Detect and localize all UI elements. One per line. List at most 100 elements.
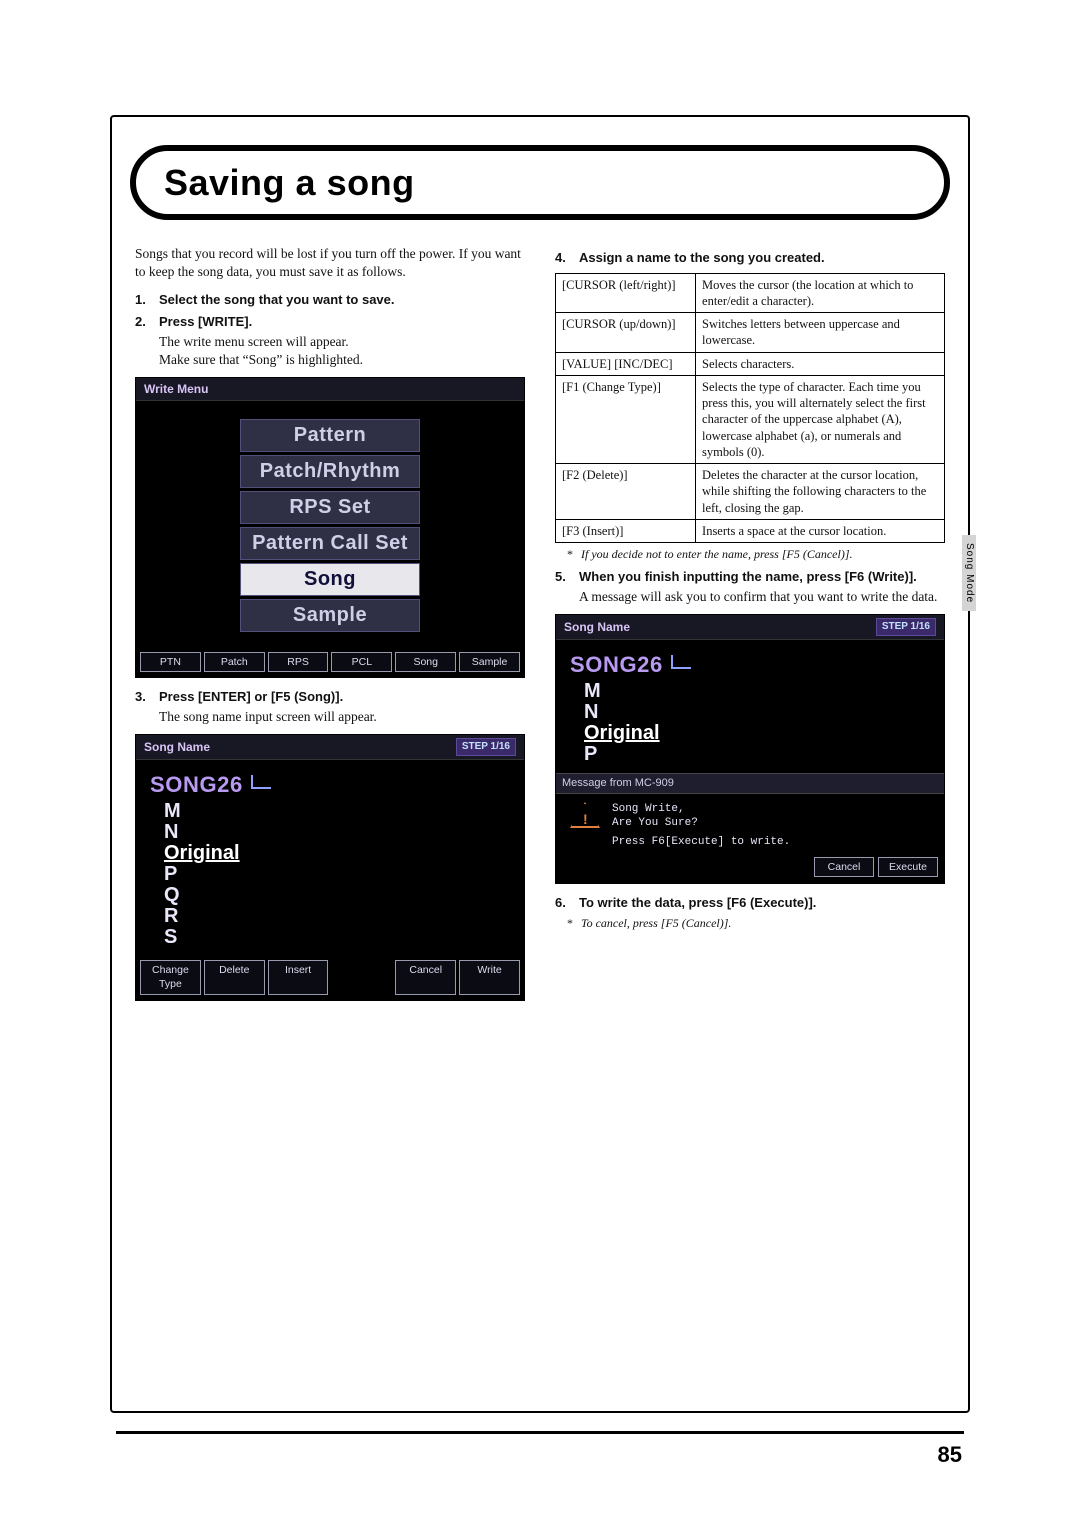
step-2: 2. Press [WRITE]. — [135, 313, 525, 331]
confirm-line-3: Press F6[Execute] to write. — [612, 835, 790, 849]
title-block: Saving a song — [130, 145, 950, 220]
table-row: [F1 (Change Type)]Selects the type of ch… — [556, 375, 945, 463]
char-option[interactable]: R — [164, 906, 510, 927]
char-option[interactable]: M — [164, 801, 510, 822]
confirm-line-2: Are You Sure? — [612, 816, 790, 830]
song-name-2-body: SONG26 MNOriginalP — [556, 640, 944, 774]
song-name-2-char-list: MNOriginalP — [584, 681, 930, 765]
char-option[interactable]: N — [164, 822, 510, 843]
song-name-2-title: Song Name STEP 1/16 — [556, 615, 944, 640]
step-5-text: When you finish inputting the name, pres… — [579, 568, 917, 586]
table-row: [CURSOR (up/down)]Switches letters betwe… — [556, 313, 945, 353]
confirm-fkey[interactable]: Execute — [878, 857, 938, 877]
write-menu-item[interactable]: Patch/Rhythm — [240, 455, 420, 488]
bottom-rule — [116, 1431, 964, 1434]
table-value: Inserts a space at the cursor location. — [696, 519, 945, 542]
step-1-text: Select the song that you want to save. — [159, 291, 395, 309]
char-option[interactable]: Q — [164, 885, 510, 906]
write-menu-fkey[interactable]: PCL — [331, 652, 392, 672]
song-name-fkey[interactable]: Insert — [268, 960, 329, 994]
step-3-text: Press [ENTER] or [F5 (Song)]. — [159, 688, 343, 706]
song-name-screenshot-2: Song Name STEP 1/16 SONG26 MNOriginalP M… — [555, 614, 945, 884]
table-key: [CURSOR (up/down)] — [556, 313, 696, 353]
write-menu-fkey[interactable]: Sample — [459, 652, 520, 672]
song-name-1-body: SONG26 MNOriginalPQRS — [136, 760, 524, 957]
table-key: [F3 (Insert)] — [556, 519, 696, 542]
table-key: [CURSOR (left/right)] — [556, 273, 696, 313]
confirm-box: Song Write, Are You Sure? Press F6[Execu… — [556, 794, 944, 853]
table-key: [VALUE] [INC/DEC] — [556, 352, 696, 375]
asterisk-icon: * — [567, 915, 573, 931]
char-option[interactable]: M — [584, 681, 930, 702]
song-name-1-title-text: Song Name — [144, 739, 210, 755]
step-4: 4. Assign a name to the song you created… — [555, 249, 945, 267]
note-cancel-name: * If you decide not to enter the name, p… — [567, 546, 945, 562]
step-2-sub1: The write menu screen will appear. — [159, 333, 525, 351]
write-menu-item[interactable]: RPS Set — [240, 491, 420, 524]
return-icon — [251, 775, 271, 789]
song-name-fkey[interactable]: Delete — [204, 960, 265, 994]
song-name-1-current: SONG26 — [150, 770, 510, 800]
song-name-2-title-text: Song Name — [564, 619, 630, 635]
song-name-fkey[interactable]: Change Type — [140, 960, 201, 994]
song-name-2-current-text: SONG26 — [570, 650, 663, 680]
song-name-1-step: STEP 1/16 — [456, 738, 516, 756]
write-menu-fkey[interactable]: RPS — [268, 652, 329, 672]
table-row: [F3 (Insert)]Inserts a space at the curs… — [556, 519, 945, 542]
char-option[interactable]: Original — [164, 843, 510, 864]
song-name-2-buttons: CancelExecute — [556, 853, 944, 883]
table-row: [F2 (Delete)]Deletes the character at th… — [556, 464, 945, 520]
write-menu-fkey[interactable]: PTN — [140, 652, 201, 672]
warning-icon — [570, 802, 600, 828]
table-row: [VALUE] [INC/DEC]Selects characters. — [556, 352, 945, 375]
content-columns: Songs that you record will be lost if yo… — [135, 245, 945, 1378]
char-option[interactable]: P — [584, 744, 930, 765]
write-menu-fkey[interactable]: Patch — [204, 652, 265, 672]
table-value: Deletes the character at the cursor loca… — [696, 464, 945, 520]
right-column: 4. Assign a name to the song you created… — [555, 245, 945, 1378]
song-name-screenshot-1: Song Name STEP 1/16 SONG26 MNOriginalPQR… — [135, 734, 525, 1001]
step-2-sub2: Make sure that “Song” is highlighted. — [159, 351, 525, 369]
write-menu-title-text: Write Menu — [144, 381, 208, 397]
write-menu-item[interactable]: Pattern — [240, 419, 420, 452]
step-2-num: 2. — [135, 313, 151, 331]
write-menu-item[interactable]: Sample — [240, 599, 420, 632]
page-title: Saving a song — [164, 162, 415, 204]
confirm-fkey[interactable]: Cancel — [814, 857, 874, 877]
step-3-sub1: The song name input screen will appear. — [159, 708, 525, 726]
table-key: [F1 (Change Type)] — [556, 375, 696, 463]
song-name-1-title: Song Name STEP 1/16 — [136, 735, 524, 760]
write-menu-item[interactable]: Song — [240, 563, 420, 596]
write-menu-title: Write Menu — [136, 378, 524, 401]
asterisk-icon: * — [567, 546, 573, 562]
step-5-num: 5. — [555, 568, 571, 586]
song-name-fkey[interactable]: Cancel — [395, 960, 456, 994]
return-icon — [671, 655, 691, 669]
song-name-fkey[interactable]: Write — [459, 960, 520, 994]
write-menu-body: PatternPatch/RhythmRPS SetPattern Call S… — [136, 401, 524, 648]
step-2-text: Press [WRITE]. — [159, 313, 252, 331]
step-5: 5. When you finish inputting the name, p… — [555, 568, 945, 586]
step-6-num: 6. — [555, 894, 571, 912]
write-menu-fkey[interactable]: Song — [395, 652, 456, 672]
table-value: Selects the type of character. Each time… — [696, 375, 945, 463]
write-menu-screenshot: Write Menu PatternPatch/RhythmRPS SetPat… — [135, 377, 525, 678]
song-name-1-current-text: SONG26 — [150, 770, 243, 800]
char-option[interactable]: P — [164, 864, 510, 885]
table-value: Moves the cursor (the location at which … — [696, 273, 945, 313]
write-menu-buttons: PTNPatchRPSPCLSongSample — [136, 648, 524, 677]
step-3: 3. Press [ENTER] or [F5 (Song)]. — [135, 688, 525, 706]
step-6-text: To write the data, press [F6 (Execute)]. — [579, 894, 816, 912]
char-option[interactable]: N — [584, 702, 930, 723]
step-1: 1. Select the song that you want to save… — [135, 291, 525, 309]
song-name-1-buttons: Change TypeDeleteInsert CancelWrite — [136, 956, 524, 999]
step-6: 6. To write the data, press [F6 (Execute… — [555, 894, 945, 912]
table-row: [CURSOR (left/right)]Moves the cursor (t… — [556, 273, 945, 313]
char-option[interactable]: S — [164, 927, 510, 948]
note-cancel-write: * To cancel, press [F5 (Cancel)]. — [567, 915, 945, 931]
song-name-2-step: STEP 1/16 — [876, 618, 936, 636]
char-option[interactable]: Original — [584, 723, 930, 744]
left-column: Songs that you record will be lost if yo… — [135, 245, 525, 1378]
table-value: Selects characters. — [696, 352, 945, 375]
write-menu-item[interactable]: Pattern Call Set — [240, 527, 420, 560]
